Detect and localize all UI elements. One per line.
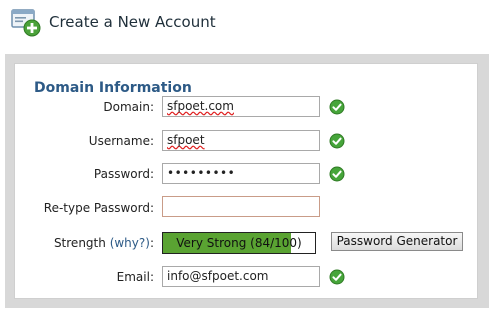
username-label: Username: xyxy=(88,134,154,148)
email-valid-check-icon xyxy=(329,269,345,285)
form-panel: Domain Information Domain: sfpoet.com Us… xyxy=(5,54,489,308)
page-header: Create a New Account xyxy=(10,6,480,38)
email-label: Email: xyxy=(116,270,154,284)
section-title: Domain Information xyxy=(34,80,192,96)
email-input[interactable]: info@sfpoet.com xyxy=(162,266,320,287)
domain-value: sfpoet.com xyxy=(167,99,234,113)
page-title: Create a New Account xyxy=(49,13,216,31)
strength-label: Strength xyxy=(53,236,106,250)
password-generator-button[interactable]: Password Generator xyxy=(331,232,463,251)
new-account-icon xyxy=(10,8,42,38)
domain-label: Domain: xyxy=(103,100,154,114)
password-input[interactable]: ••••••••• xyxy=(162,163,320,184)
password-label: Password: xyxy=(93,167,154,181)
password-strength-meter: Very Strong (84/100) xyxy=(162,232,316,254)
username-value: sfpoet xyxy=(167,133,205,147)
strength-label-group: Strength (why?): xyxy=(15,236,154,250)
password-valid-check-icon xyxy=(329,166,345,182)
retype-password-input[interactable] xyxy=(162,196,320,217)
retype-password-label: Re-type Password: xyxy=(43,201,154,215)
username-input[interactable]: sfpoet xyxy=(162,130,320,151)
strength-meter-text: Very Strong (84/100) xyxy=(176,236,302,250)
why-link[interactable]: (why?) xyxy=(110,236,150,250)
strength-colon: : xyxy=(149,236,154,250)
domain-information-section: Domain Information Domain: sfpoet.com Us… xyxy=(14,63,478,299)
username-valid-check-icon xyxy=(329,133,345,149)
domain-input[interactable]: sfpoet.com xyxy=(162,96,320,117)
domain-valid-check-icon xyxy=(329,99,345,115)
